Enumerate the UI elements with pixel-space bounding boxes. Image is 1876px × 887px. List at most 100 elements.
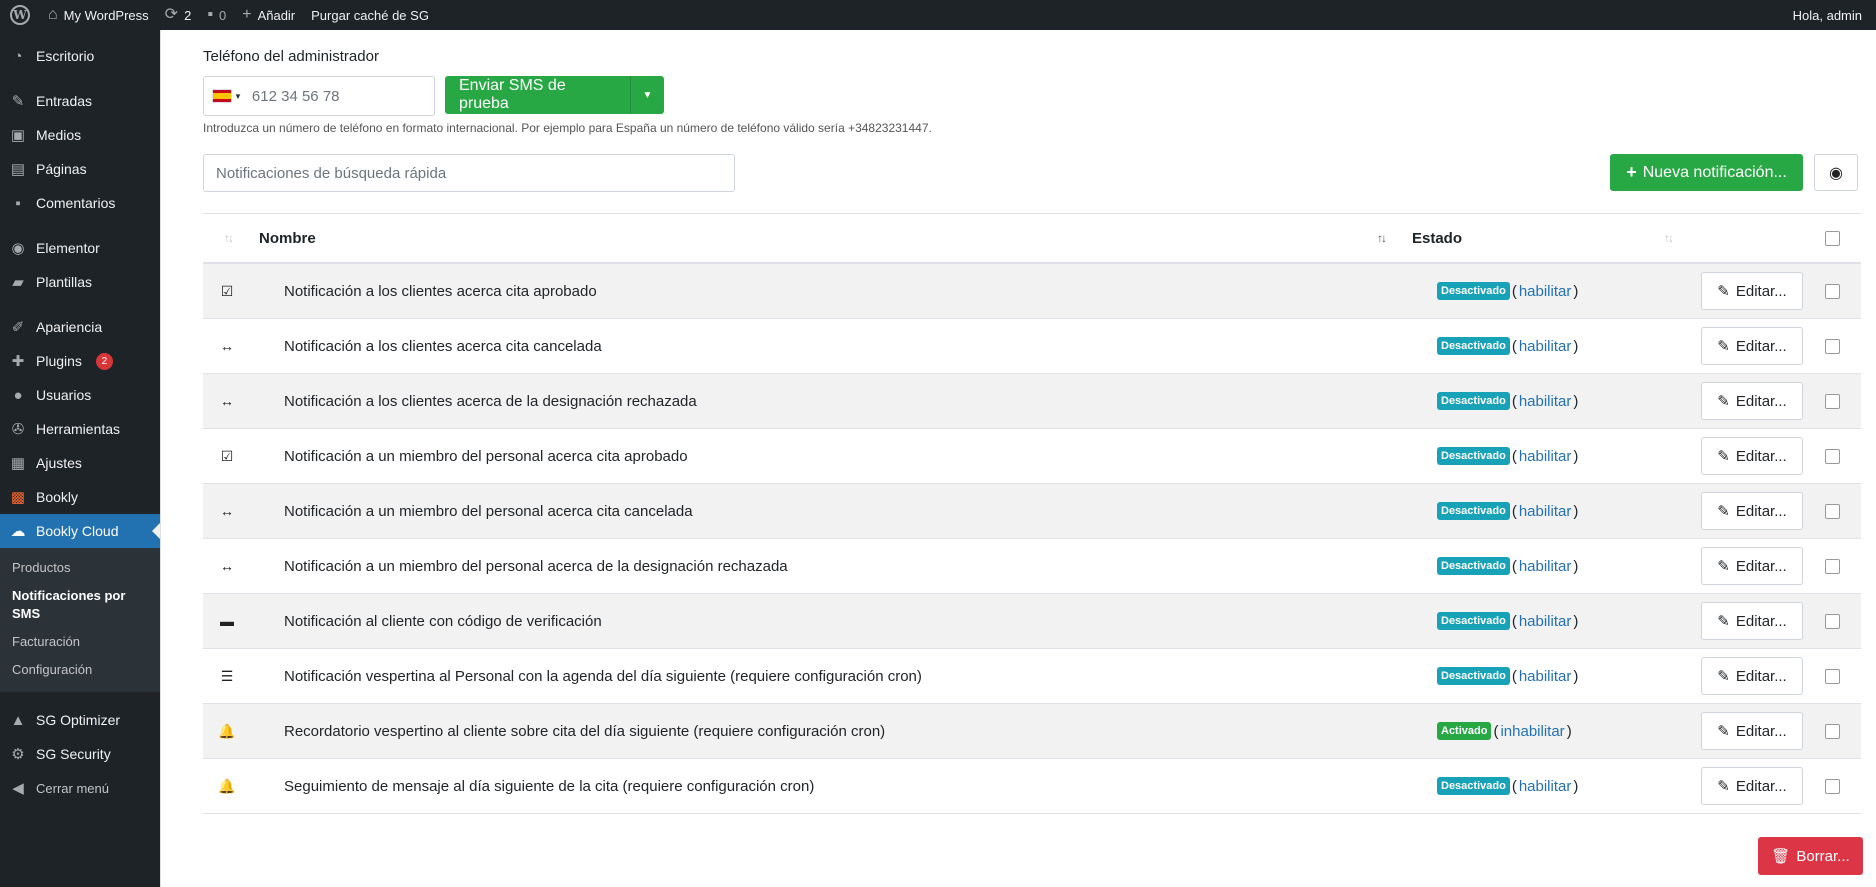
submenu-facturacion[interactable]: Facturación [0, 628, 160, 656]
sidebar-item-bookly-cloud[interactable]: ☁ Bookly Cloud [0, 514, 160, 548]
caret-down-icon: ▼ [234, 91, 242, 101]
paren-open: ( [1511, 667, 1517, 685]
delete-button[interactable]: 🗑 Borrar... [1758, 837, 1863, 875]
edit-button[interactable]: ✎ Editar... [1701, 272, 1803, 310]
toggle-status-link[interactable]: habilitar [1519, 283, 1572, 300]
comments-link[interactable]: ▪ 0 [199, 0, 234, 30]
arrows-h-icon: ↔ [220, 503, 234, 519]
sort-icon[interactable]: ↑↓ [224, 231, 234, 245]
site-name-link[interactable]: ⌂ My WordPress [40, 0, 157, 30]
sidebar-item-paginas[interactable]: ▤ Páginas [0, 152, 160, 186]
edit-label: Editar... [1735, 667, 1787, 685]
user-icon: ● [13, 386, 23, 404]
sidebar-item-apariencia[interactable]: ✐ Apariencia [0, 310, 160, 344]
sidebar-item-herramientas[interactable]: ✇ Herramientas [0, 412, 160, 446]
search-input[interactable]: Notificaciones de búsqueda rápida [203, 154, 735, 192]
toggle-status-link[interactable]: habilitar [1519, 503, 1572, 520]
edit-button[interactable]: ✎ Editar... [1701, 602, 1803, 640]
sidebar-item-label: Bookly Cloud [36, 523, 119, 539]
column-header-status[interactable]: Estado [1412, 230, 1462, 247]
sidebar-item-bookly[interactable]: ▩ Bookly [0, 480, 160, 514]
sidebar-item-sg-security[interactable]: ⚙ SG Security [0, 737, 160, 771]
sort-icon[interactable]: ↑↓ [1377, 231, 1387, 245]
sidebar-item-usuarios[interactable]: ● Usuarios [0, 378, 160, 412]
spain-flag-icon[interactable] [212, 89, 232, 103]
status-cell: Desactivado(habilitar) [1437, 447, 1578, 465]
edit-icon: ✎ [1717, 723, 1730, 740]
edit-button[interactable]: ✎ Editar... [1701, 547, 1803, 585]
table-row: ☑ Notificación a un miembro del personal … [203, 429, 1861, 484]
row-checkbox[interactable] [1825, 558, 1840, 574]
bell-icon: 🔔 [218, 722, 236, 739]
table-row: 🔔 Seguimiento de mensaje al día siguiente… [203, 759, 1861, 814]
toggle-status-link[interactable]: habilitar [1519, 393, 1572, 410]
account-link[interactable]: Hola, admin [1785, 0, 1876, 30]
edit-button[interactable]: ✎ Editar... [1701, 657, 1803, 695]
send-test-sms-button[interactable]: Enviar SMS de prueba ▼ [445, 76, 664, 114]
sidebar-item-escritorio[interactable]: ◔ Escritorio [0, 39, 160, 73]
new-notification-button[interactable]: + Nueva notificación... [1610, 154, 1803, 191]
admin-sidebar: ◔ Escritorio ✎ Entradas ▣ Medios ▤ Páginas ▪… [0, 30, 160, 887]
toggle-status-link[interactable]: habilitar [1519, 668, 1572, 685]
table-row: ↔ Notificación a un miembro del personal … [203, 539, 1861, 594]
edit-label: Editar... [1735, 282, 1787, 300]
notification-name: Recordatorio vespertino al cliente sobre… [284, 722, 886, 740]
brush-icon: ✐ [11, 319, 25, 336]
phone-input[interactable]: ▼ 612 34 56 78 [203, 76, 435, 116]
edit-label: Editar... [1735, 612, 1787, 630]
collapse-menu-button[interactable]: ◀ Cerrar menú [0, 771, 160, 805]
row-checkbox[interactable] [1825, 503, 1840, 519]
paren-close: ) [1573, 557, 1579, 575]
edit-button[interactable]: ✎ Editar... [1701, 492, 1803, 530]
row-checkbox[interactable] [1825, 393, 1840, 409]
edit-button[interactable]: ✎ Editar... [1701, 767, 1803, 805]
row-checkbox[interactable] [1825, 723, 1840, 739]
status-badge: Desactivado [1437, 777, 1510, 795]
edit-button[interactable]: ✎ Editar... [1701, 382, 1803, 420]
toggle-status-link[interactable]: habilitar [1519, 558, 1572, 575]
sidebar-item-plugins[interactable]: ✚ Plugins 2 [0, 344, 160, 378]
toggle-status-link[interactable]: inhabilitar [1500, 723, 1564, 740]
toggle-status-link[interactable]: habilitar [1519, 448, 1572, 465]
wordpress-logo-button[interactable]: W [0, 0, 40, 30]
status-badge: Desactivado [1437, 447, 1510, 465]
row-checkbox[interactable] [1825, 448, 1840, 464]
row-checkbox[interactable] [1825, 613, 1840, 629]
row-checkbox[interactable] [1825, 338, 1840, 354]
row-checkbox[interactable] [1825, 283, 1840, 299]
sort-icon[interactable]: ↑↓ [1664, 231, 1674, 245]
sidebar-item-medios[interactable]: ▣ Medios [0, 118, 160, 152]
sg-security-icon: ⚙ [11, 746, 25, 763]
status-cell: Activado(inhabilitar) [1437, 722, 1572, 740]
submenu-productos[interactable]: Productos [0, 554, 160, 582]
toggle-status-link[interactable]: habilitar [1519, 613, 1572, 630]
sidebar-item-comentarios[interactable]: ▪ Comentarios [0, 186, 160, 220]
caret-down-icon[interactable]: ▼ [630, 76, 664, 114]
toggle-status-link[interactable]: habilitar [1519, 338, 1572, 355]
column-visibility-button[interactable]: ◉ [1814, 154, 1858, 191]
purge-cache-link[interactable]: Purgar caché de SG [303, 0, 437, 30]
column-header-name[interactable]: Nombre [259, 230, 316, 247]
sidebar-item-entradas[interactable]: ✎ Entradas [0, 84, 160, 118]
submenu-configuracion[interactable]: Configuración [0, 656, 160, 684]
sidebar-item-elementor[interactable]: ◉ Elementor [0, 231, 160, 265]
paren-open: ( [1511, 282, 1517, 300]
status-badge: Desactivado [1437, 337, 1510, 355]
paren-close: ) [1573, 502, 1579, 520]
edit-button[interactable]: ✎ Editar... [1701, 437, 1803, 475]
updates-link[interactable]: ⟳ 2 [157, 0, 200, 30]
sidebar-item-sg-optimizer[interactable]: ▲ SG Optimizer [0, 703, 160, 737]
submenu-notificaciones-sms[interactable]: Notificaciones por SMS [0, 582, 160, 628]
edit-button[interactable]: ✎ Editar... [1701, 327, 1803, 365]
edit-button[interactable]: ✎ Editar... [1701, 712, 1803, 750]
sidebar-item-plantillas[interactable]: ▰ Plantillas [0, 265, 160, 299]
eye-icon: ◉ [1829, 164, 1843, 182]
row-checkbox[interactable] [1825, 668, 1840, 684]
sidebar-item-ajustes[interactable]: ▦ Ajustes [0, 446, 160, 480]
select-all-checkbox[interactable] [1825, 230, 1840, 246]
plugin-icon: ✚ [11, 353, 25, 370]
row-checkbox[interactable] [1825, 778, 1840, 794]
toggle-status-link[interactable]: habilitar [1519, 778, 1572, 795]
new-notification-label: Nueva notificación... [1642, 163, 1787, 181]
add-new-link[interactable]: + Añadir [234, 0, 303, 30]
